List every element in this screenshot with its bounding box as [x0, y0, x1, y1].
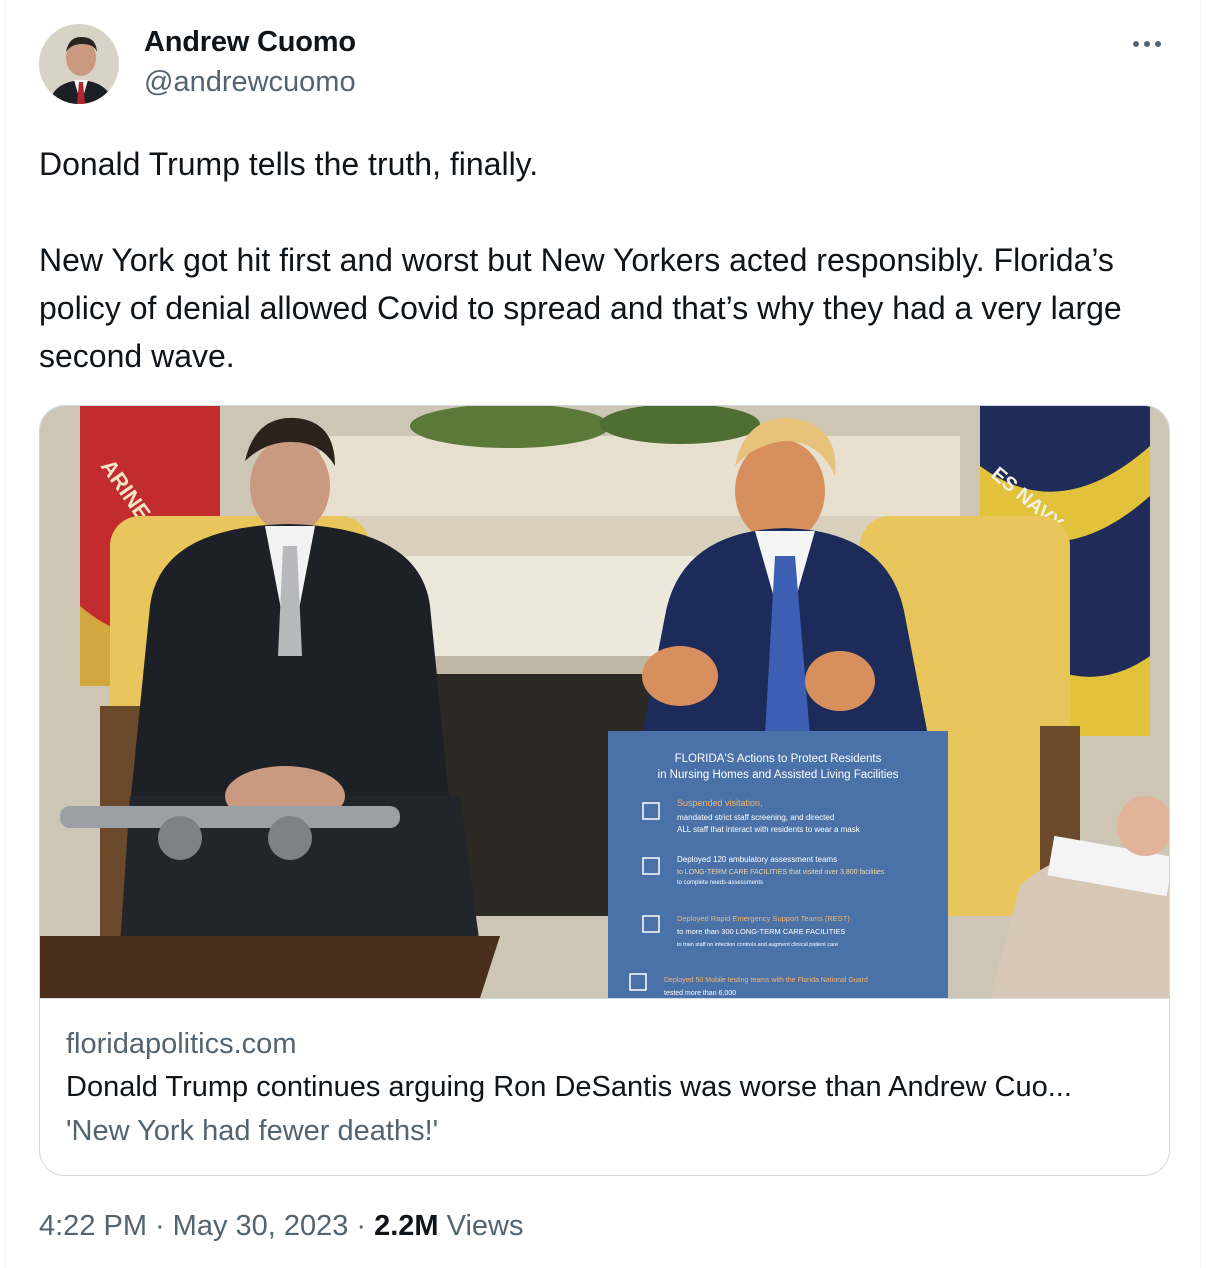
tweet-text-line1: Donald Trump tells the truth, finally. — [39, 146, 539, 182]
link-card-domain: floridapolitics.com — [66, 1028, 297, 1060]
tweet-text-body: New York got hit first and worst but New… — [39, 242, 1122, 374]
author-handle[interactable]: @andrewcuomo — [144, 66, 356, 99]
sign-heading2: in Nursing Homes and Assisted Living Fac… — [658, 769, 899, 781]
link-card[interactable]: ARINE ES NAVY FLORIDA'S Actions to Prote… — [39, 405, 1170, 1176]
sign-item2-a: Deployed 120 ambulatory assessment teams — [677, 855, 837, 864]
sign-item3-c: to train staff on infection controls and… — [677, 942, 838, 948]
sign-item2-c: to complete needs-assessments — [677, 880, 763, 886]
link-card-divider — [40, 998, 1169, 999]
more-horizontal-icon — [1133, 41, 1139, 47]
link-card-title: Donald Trump continues arguing Ron DeSan… — [66, 1071, 1072, 1103]
sign-item4-a: Deployed 50 Mobile testing teams with th… — [664, 977, 868, 984]
author-avatar[interactable] — [39, 24, 119, 104]
views-count[interactable]: 2.2M — [374, 1210, 438, 1243]
sign-item2-b: to LONG-TERM CARE FACILITIES that visite… — [677, 869, 885, 876]
more-horizontal-icon-dot — [1155, 41, 1161, 47]
tweet-time[interactable]: 4:22 PM — [39, 1210, 147, 1243]
avatar-image — [39, 24, 119, 104]
sign-item1-a: Suspended visitation, — [677, 798, 763, 808]
link-card-description: 'New York had fewer deaths!' — [66, 1115, 439, 1147]
sign-item3-a: Deployed Rapid Emergency Support Teams (… — [677, 914, 850, 923]
sign-item1-c: ALL staff that interact with residents t… — [677, 825, 861, 834]
sign-heading1: FLORIDA'S Actions to Protect Residents — [675, 753, 882, 765]
views-label: Views — [446, 1210, 524, 1242]
tweet-meta: 4:22 PM · May 30, 2023 · 2.2M Views — [39, 1210, 523, 1243]
tweet: Andrew Cuomo @andrewcuomo Donald Trump t… — [5, 0, 1201, 1268]
tweet-date[interactable]: May 30, 2023 — [173, 1210, 349, 1243]
meta-separator: · — [155, 1210, 165, 1242]
sign-item4-b: tested more than 6,000 — [664, 990, 736, 997]
more-horizontal-icon-dot — [1144, 41, 1150, 47]
meta-separator-2: · — [356, 1210, 367, 1242]
link-card-image: ARINE ES NAVY FLORIDA'S Actions to Prote… — [40, 406, 1169, 998]
author-display-name[interactable]: Andrew Cuomo — [144, 26, 356, 59]
sign-item1-b: mandated strict staff screening, and dir… — [677, 813, 834, 822]
more-options-button[interactable] — [1124, 28, 1170, 60]
sign-item3-b: to more than 300 LONG-TERM CARE FACILITI… — [677, 927, 845, 936]
